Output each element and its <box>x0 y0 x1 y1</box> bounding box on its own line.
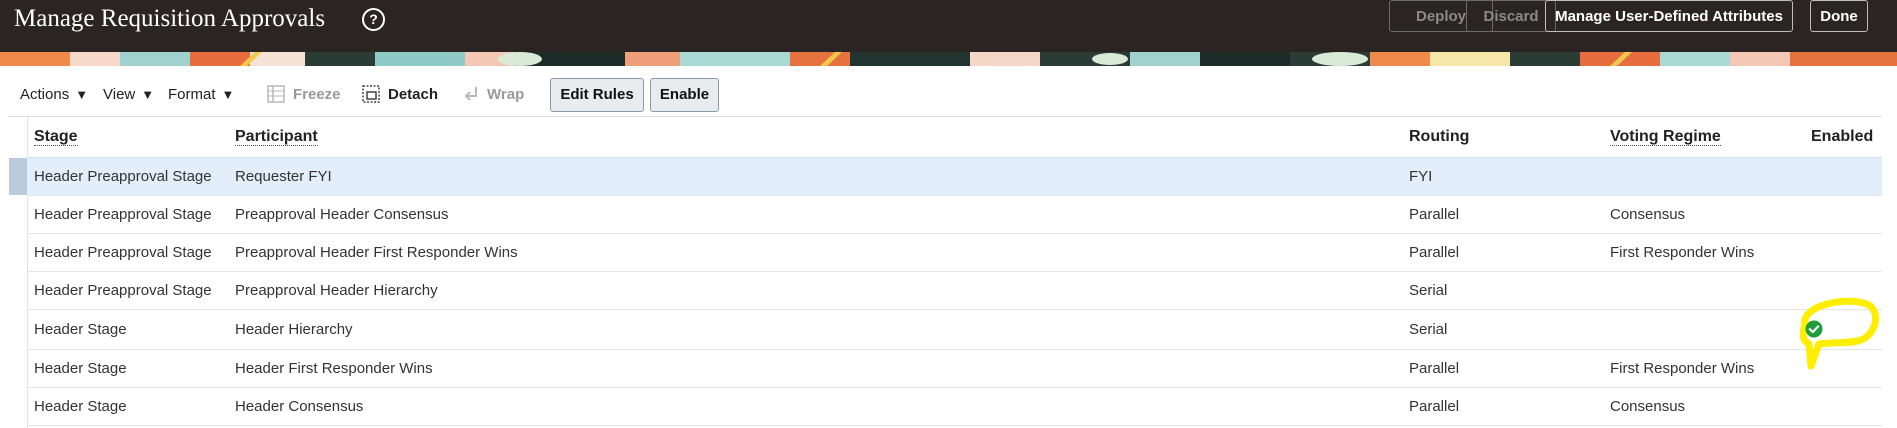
decorative-banner <box>0 52 1897 66</box>
column-header-voting-regime[interactable]: Voting Regime <box>1610 126 1721 148</box>
cell-voting-regime: Consensus <box>1610 398 1686 415</box>
column-header-voting-regime-label: Voting Regime <box>1610 128 1721 146</box>
wrap-button[interactable]: Wrap <box>487 84 524 106</box>
table-row[interactable]: Header Stage Header First Responder Wins… <box>27 349 1882 387</box>
table-row[interactable]: Header Preapproval Stage Preapproval Hea… <box>27 233 1882 271</box>
freeze-icon <box>267 85 285 103</box>
cell-participant: Header First Responder Wins <box>235 360 433 377</box>
cell-stage: Header Preapproval Stage <box>34 244 212 261</box>
column-header-stage-label: Stage <box>34 128 78 146</box>
discard-button[interactable]: Discard <box>1466 0 1556 32</box>
enable-button[interactable]: Enable <box>650 78 719 112</box>
format-menu-label: Format <box>168 86 216 103</box>
table-row[interactable]: Header Preapproval Stage Preapproval Hea… <box>27 271 1882 309</box>
cell-routing: Serial <box>1409 282 1448 299</box>
chevron-down-icon: ▼ <box>221 87 235 102</box>
cell-participant: Header Consensus <box>235 398 364 415</box>
detach-button[interactable]: Detach <box>388 84 438 106</box>
cell-routing: FYI <box>1409 168 1433 185</box>
actions-menu-label: Actions <box>20 86 70 103</box>
edit-rules-button[interactable]: Edit Rules <box>550 78 644 112</box>
cell-voting-regime: First Responder Wins <box>1610 244 1755 261</box>
table-bottom-border <box>27 425 1882 426</box>
cell-participant: Preapproval Header Hierarchy <box>235 282 438 299</box>
column-header-enabled-label: Enabled <box>1811 128 1874 145</box>
page-title: Manage Requisition Approvals <box>14 5 326 32</box>
cell-stage: Header Stage <box>34 321 127 338</box>
row-selected-indicator[interactable] <box>9 158 27 195</box>
column-header-participant-label: Participant <box>235 128 318 146</box>
actions-menu[interactable]: Actions ▼ <box>20 84 88 106</box>
column-header-stage[interactable]: Stage <box>34 126 78 148</box>
cell-routing: Serial <box>1409 321 1448 338</box>
chevron-down-icon: ▼ <box>141 87 155 102</box>
wrap-icon <box>464 87 477 101</box>
view-menu[interactable]: View ▼ <box>103 84 154 106</box>
cell-participant: Preapproval Header Consensus <box>235 206 449 223</box>
detach-icon <box>362 85 380 103</box>
column-header-routing-label: Routing <box>1409 128 1470 145</box>
cell-routing: Parallel <box>1409 398 1460 415</box>
freeze-button[interactable]: Freeze <box>293 84 341 106</box>
cell-voting-regime: Consensus <box>1610 206 1686 223</box>
manage-user-defined-attributes-button[interactable]: Manage User-Defined Attributes <box>1545 0 1793 32</box>
done-button[interactable]: Done <box>1810 0 1868 32</box>
help-circle-icon[interactable]: ? <box>362 8 385 31</box>
cell-voting-regime: First Responder Wins <box>1610 360 1755 377</box>
column-header-participant[interactable]: Participant <box>235 126 318 148</box>
table-row[interactable]: Header Preapproval Stage Requester FYI F… <box>27 157 1882 195</box>
cell-stage: Header Preapproval Stage <box>34 282 212 299</box>
cell-routing: Parallel <box>1409 244 1460 261</box>
cell-participant: Header Hierarchy <box>235 321 353 338</box>
format-menu[interactable]: Format ▼ <box>168 84 234 106</box>
view-menu-label: View <box>103 86 136 103</box>
cell-stage: Header Stage <box>34 360 127 377</box>
cell-stage: Header Preapproval Stage <box>34 168 212 185</box>
column-header-enabled: Enabled <box>1811 126 1873 148</box>
cell-stage: Header Preapproval Stage <box>34 206 212 223</box>
cell-participant: Requester FYI <box>235 168 332 185</box>
chevron-down-icon: ▼ <box>75 87 89 102</box>
cell-routing: Parallel <box>1409 360 1460 377</box>
table-row[interactable]: Header Stage Header Consensus Parallel C… <box>27 387 1882 425</box>
cell-participant: Preapproval Header First Responder Wins <box>235 244 518 261</box>
table-row[interactable]: Header Stage Header Hierarchy Serial <box>27 309 1882 349</box>
cell-stage: Header Stage <box>34 398 127 415</box>
page-header: Manage Requisition Approvals ? Deploy Di… <box>0 0 1897 52</box>
column-header-routing: Routing <box>1409 126 1469 148</box>
table-row[interactable]: Header Preapproval Stage Preapproval Hea… <box>27 195 1882 233</box>
check-circle-icon <box>1805 320 1823 338</box>
table-top-border <box>8 116 1882 117</box>
cell-routing: Parallel <box>1409 206 1460 223</box>
